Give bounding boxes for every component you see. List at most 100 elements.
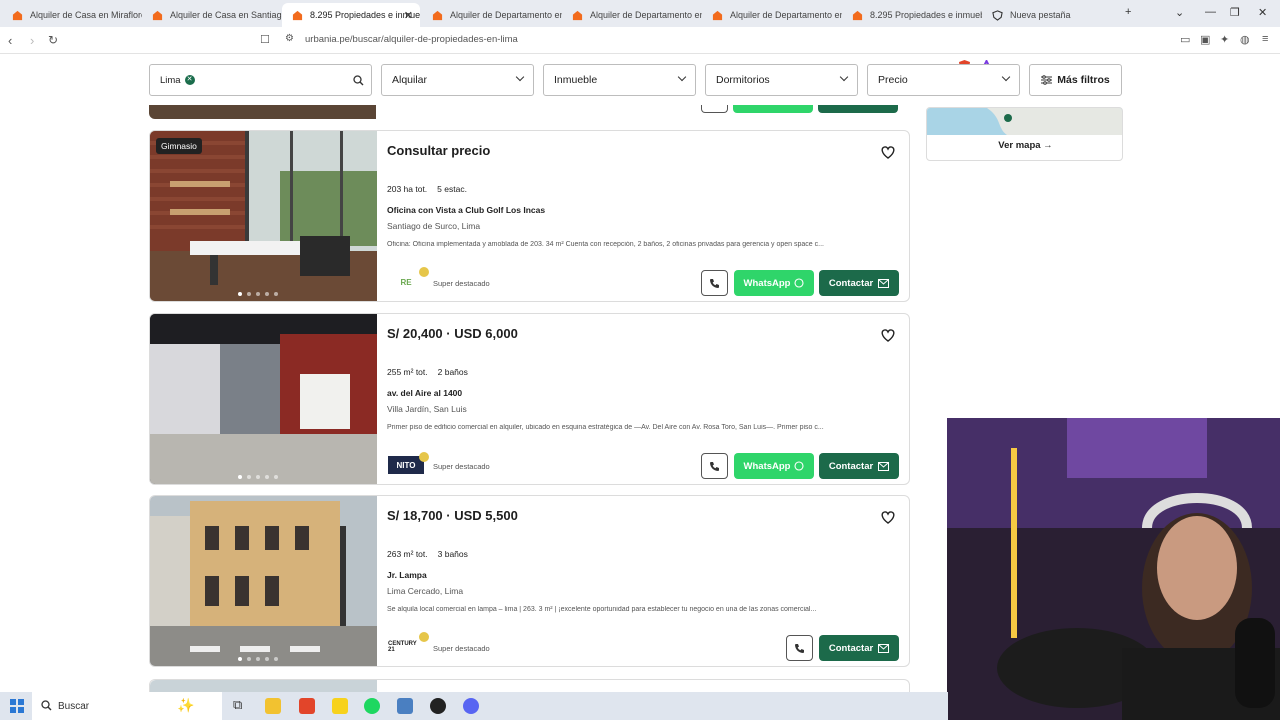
- remote-desktop-icon[interactable]: [397, 698, 413, 714]
- taskbar-search[interactable]: Buscar ✨: [32, 692, 222, 720]
- amenity-badge: Gimnasio: [156, 138, 202, 154]
- url-field[interactable]: urbania.pe/buscar/alquiler-de-propiedade…: [305, 34, 518, 45]
- listing-photo[interactable]: Gimnasio: [150, 131, 377, 301]
- sticky-notes-icon[interactable]: [332, 698, 348, 714]
- tab-list-icon[interactable]: ⌄: [1175, 6, 1184, 19]
- commercial-space-photo: [150, 314, 377, 484]
- previous-phone-button[interactable]: [701, 104, 728, 113]
- file-explorer-icon[interactable]: [265, 698, 281, 714]
- restore-icon[interactable]: ❐: [1230, 6, 1240, 19]
- listing-card[interactable]: S/ 18,700 · USD 5,500 263 m² tot. 3 baños…: [149, 495, 910, 667]
- view-map-link[interactable]: Ver mapa →: [927, 140, 1122, 151]
- urbania-favicon-icon: [852, 10, 863, 20]
- previous-listing-photo[interactable]: [149, 104, 376, 119]
- listing-photo[interactable]: [150, 314, 377, 484]
- photo-pager-dots[interactable]: [238, 657, 278, 661]
- tab-2[interactable]: Alquiler de Casa en Santiago de: [142, 3, 282, 27]
- feature-area: 263 m² tot.: [387, 549, 428, 559]
- search-highlight-icon: ✨: [177, 697, 195, 713]
- shield-favicon-icon: [992, 9, 1003, 21]
- operation-label: Alquilar: [392, 74, 428, 86]
- listing-address[interactable]: Oficina con Vista a Club Golf Los Incas: [387, 205, 545, 215]
- windows-start-icon[interactable]: [10, 699, 24, 713]
- phone-button[interactable]: [786, 635, 813, 661]
- tab-1[interactable]: Alquiler de Casa en Miraflores: [2, 3, 142, 27]
- listing-tier: Super destacado: [433, 462, 490, 471]
- next-listing-card[interactable]: [149, 679, 910, 693]
- discord-icon[interactable]: [463, 698, 479, 714]
- tab-title: 8.295 Propiedades e inmuebl: [870, 10, 982, 20]
- operation-select[interactable]: Alquilar: [381, 64, 534, 96]
- forward-icon[interactable]: ›: [30, 33, 34, 48]
- tab-6[interactable]: Alquiler de Departamento en: [702, 3, 842, 27]
- listing-price: S/ 18,700 · USD 5,500: [387, 508, 518, 523]
- listing-address[interactable]: Jr. Lampa: [387, 570, 427, 580]
- whatsapp-button[interactable]: WhatsApp: [734, 270, 814, 296]
- menu-icon[interactable]: ≡: [1262, 33, 1268, 45]
- taskbar-search-label: Buscar: [58, 700, 90, 712]
- crown-icon: [419, 632, 429, 642]
- webcam-overlay: [947, 418, 1280, 720]
- bookmark-icon[interactable]: ☐: [260, 33, 270, 46]
- listing-photo[interactable]: [150, 496, 377, 666]
- search-icon[interactable]: [353, 75, 364, 86]
- listing-card[interactable]: Gimnasio Consultar precio 203 ha tot. 5 e…: [149, 130, 910, 302]
- leo-ai-icon[interactable]: ✦: [1220, 33, 1229, 46]
- phone-icon: [710, 461, 719, 471]
- phone-button[interactable]: [701, 453, 728, 479]
- bedrooms-label: Dormitorios: [716, 74, 770, 86]
- favorite-heart-icon[interactable]: [880, 144, 896, 160]
- listing-features: 203 ha tot. 5 estac.: [387, 184, 467, 194]
- map-preview[interactable]: Ver mapa →: [926, 107, 1123, 161]
- agency-logo[interactable]: NITO: [388, 452, 429, 474]
- phone-icon: [710, 278, 719, 288]
- brave-browser-icon[interactable]: [299, 698, 315, 714]
- location-search-input[interactable]: Lima ✕: [149, 64, 372, 96]
- photo-pager-dots[interactable]: [238, 475, 278, 479]
- listing-card[interactable]: S/ 20,400 · USD 6,000 255 m² tot. 2 baños…: [149, 313, 910, 485]
- remove-chip-icon[interactable]: ✕: [184, 75, 195, 85]
- site-info-icon[interactable]: ⚙: [285, 33, 294, 44]
- contact-button[interactable]: Contactar: [819, 270, 899, 296]
- photo-pager-dots[interactable]: [238, 292, 278, 296]
- price-select[interactable]: Precio: [867, 64, 1020, 96]
- windows-taskbar: Buscar ✨ ⧉: [0, 692, 948, 720]
- contact-button[interactable]: Contactar: [819, 453, 899, 479]
- tab-3-active[interactable]: 8.295 Propiedades e inmue ✕: [282, 3, 420, 27]
- reload-icon[interactable]: ↻: [48, 33, 58, 47]
- favorite-heart-icon[interactable]: [880, 509, 896, 525]
- close-window-icon[interactable]: ✕: [1258, 6, 1267, 19]
- close-tab-icon[interactable]: ✕: [404, 9, 413, 22]
- more-filters-button[interactable]: Más filtros: [1029, 64, 1122, 96]
- spotify-icon[interactable]: [364, 698, 380, 714]
- location-chip[interactable]: Lima ✕: [160, 75, 195, 86]
- tab-title: Nueva pestaña: [1010, 10, 1071, 20]
- favorite-heart-icon[interactable]: [880, 327, 896, 343]
- tab-7[interactable]: 8.295 Propiedades e inmuebl: [842, 3, 982, 27]
- bedrooms-select[interactable]: Dormitorios: [705, 64, 858, 96]
- tab-4[interactable]: Alquiler de Departamento en: [422, 3, 562, 27]
- minimize-icon[interactable]: —: [1205, 6, 1216, 18]
- property-type-select[interactable]: Inmueble: [543, 64, 696, 96]
- tab-5[interactable]: Alquiler de Departamento en: [562, 3, 702, 27]
- map-thumbnail[interactable]: [927, 108, 1122, 135]
- previous-whatsapp-button[interactable]: [733, 104, 813, 113]
- agency-logo[interactable]: CENTURY 21: [388, 632, 429, 658]
- new-tab-icon[interactable]: +: [1125, 6, 1131, 18]
- tab-8[interactable]: Nueva pestaña: [982, 3, 1112, 27]
- wallet-icon[interactable]: ▣: [1200, 33, 1210, 46]
- price-label: Precio: [878, 74, 908, 86]
- obs-studio-icon[interactable]: [430, 698, 446, 714]
- vpn-icon[interactable]: ◍: [1240, 33, 1250, 46]
- sidebar-icon[interactable]: ▭: [1180, 33, 1190, 46]
- agency-logo[interactable]: RE: [388, 267, 429, 293]
- listing-address[interactable]: av. del Aire al 1400: [387, 388, 462, 398]
- previous-contact-button[interactable]: [818, 104, 898, 113]
- task-view-icon[interactable]: ⧉: [233, 697, 242, 713]
- phone-button[interactable]: [701, 270, 728, 296]
- whatsapp-button[interactable]: WhatsApp: [734, 453, 814, 479]
- back-icon[interactable]: ‹: [8, 33, 12, 48]
- agency-logo-text: CENTURY 21: [388, 641, 417, 653]
- feature-parking: 5 estac.: [437, 184, 467, 194]
- contact-button[interactable]: Contactar: [819, 635, 899, 661]
